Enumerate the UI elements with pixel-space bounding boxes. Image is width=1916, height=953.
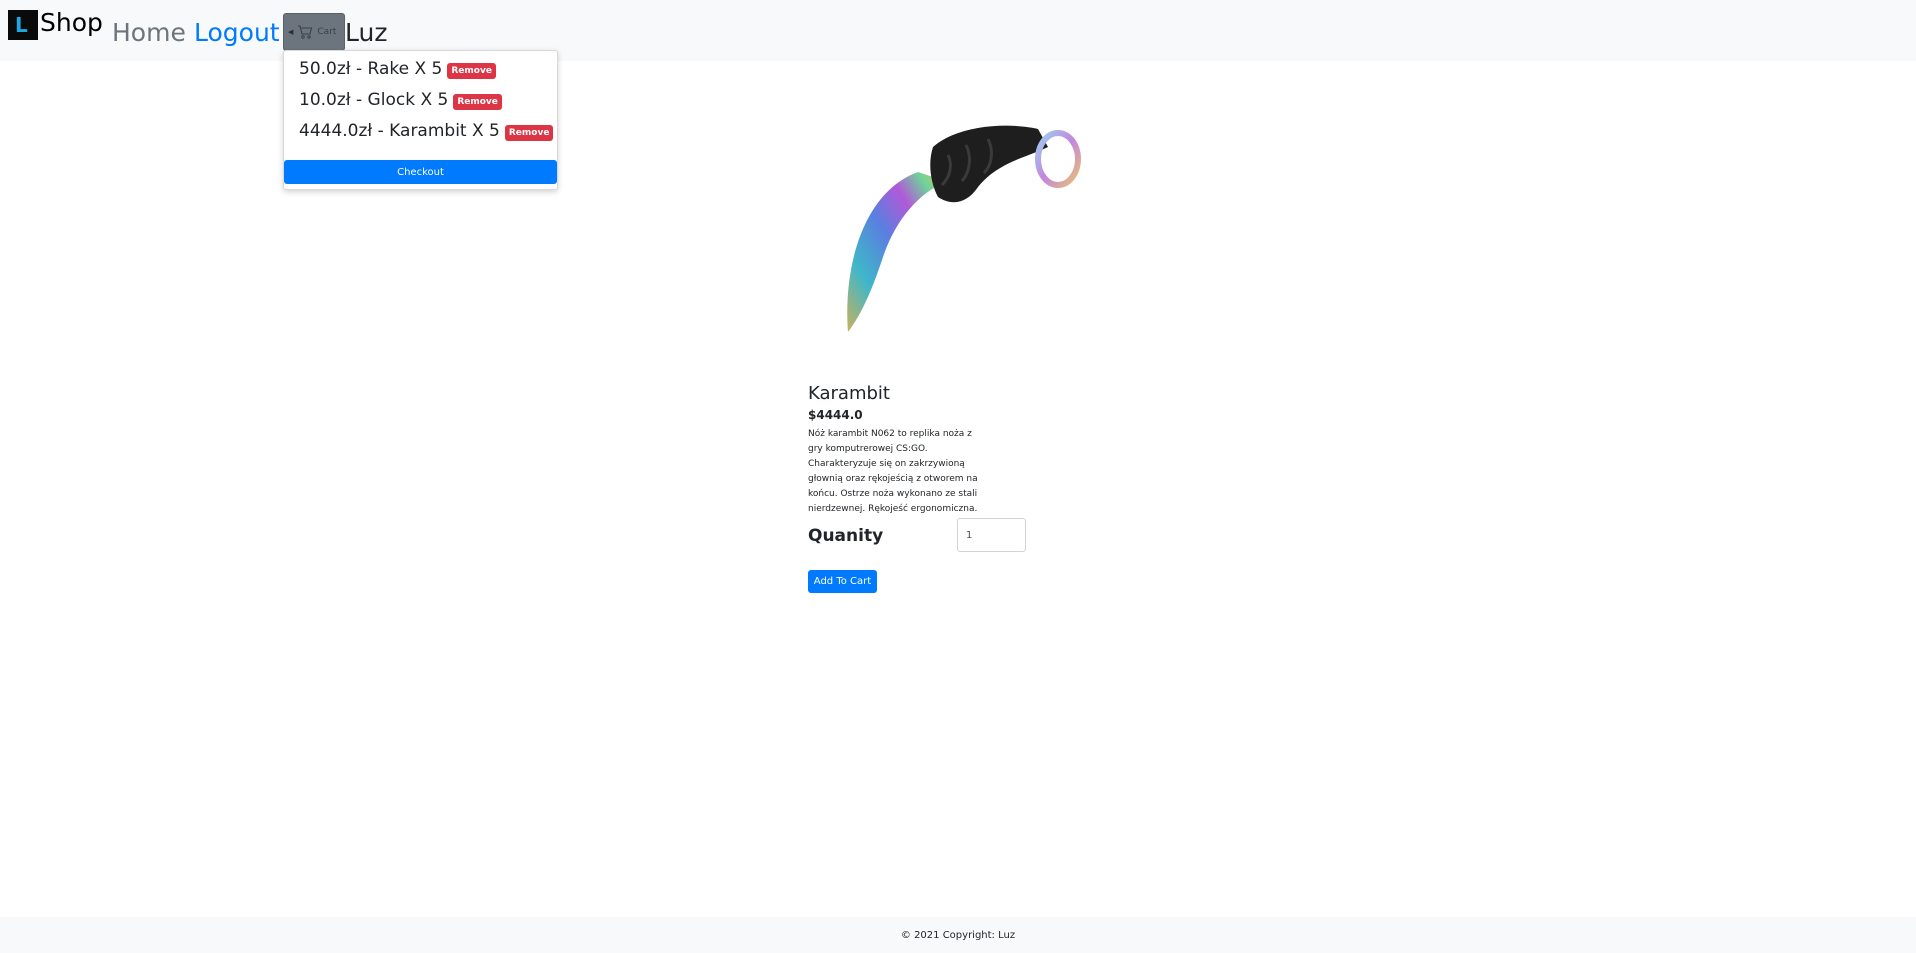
product-price: $4444.0: [808, 408, 863, 422]
caret-left-icon: ◀: [288, 28, 294, 36]
product-image: [847, 125, 1081, 332]
nav-home-link[interactable]: Home: [112, 18, 186, 47]
remove-button[interactable]: Remove: [504, 124, 554, 141]
nav-logout-link[interactable]: Logout: [194, 18, 280, 47]
checkout-button[interactable]: Checkout: [284, 160, 557, 184]
remove-button[interactable]: Remove: [453, 93, 502, 110]
quantity-label: Quanity: [808, 526, 884, 546]
footer-copyright: © 2021 Copyright: Luz: [900, 929, 1016, 941]
add-to-cart-button[interactable]: Add To Cart: [808, 570, 877, 593]
cart-item: 4444.0zł - Karambit X 5 Remove: [299, 121, 554, 141]
cart-dropdown-button[interactable]: ◀ Cart: [283, 13, 345, 51]
shop-logo-icon: L: [8, 10, 38, 40]
cart-item: 10.0zł - Glock X 5 Remove: [299, 90, 502, 110]
nav-username: Luz: [345, 18, 388, 47]
cart-item-text: 10.0zł - Glock X 5: [299, 90, 449, 110]
brand-text: Shop: [40, 7, 103, 37]
quantity-input[interactable]: [957, 518, 1026, 552]
cart-item: 50.0zł - Rake X 5 Remove: [299, 59, 496, 79]
cart-item-text: 50.0zł - Rake X 5: [299, 59, 443, 79]
brand-link[interactable]: L Shop: [8, 7, 103, 40]
cart-label: Cart: [317, 27, 337, 37]
cart-item-text: 4444.0zł - Karambit X 5: [299, 121, 500, 141]
remove-button[interactable]: Remove: [447, 62, 496, 79]
product-name: Karambit: [808, 383, 890, 404]
cart-icon: [298, 25, 313, 39]
product-description: Nóż karambit N062 to replika noża z gry …: [808, 429, 978, 514]
cart-dropdown-menu: 50.0zł - Rake X 5 Remove 10.0zł - Glock …: [283, 50, 558, 190]
footer: © 2021 Copyright: Luz: [0, 917, 1916, 953]
